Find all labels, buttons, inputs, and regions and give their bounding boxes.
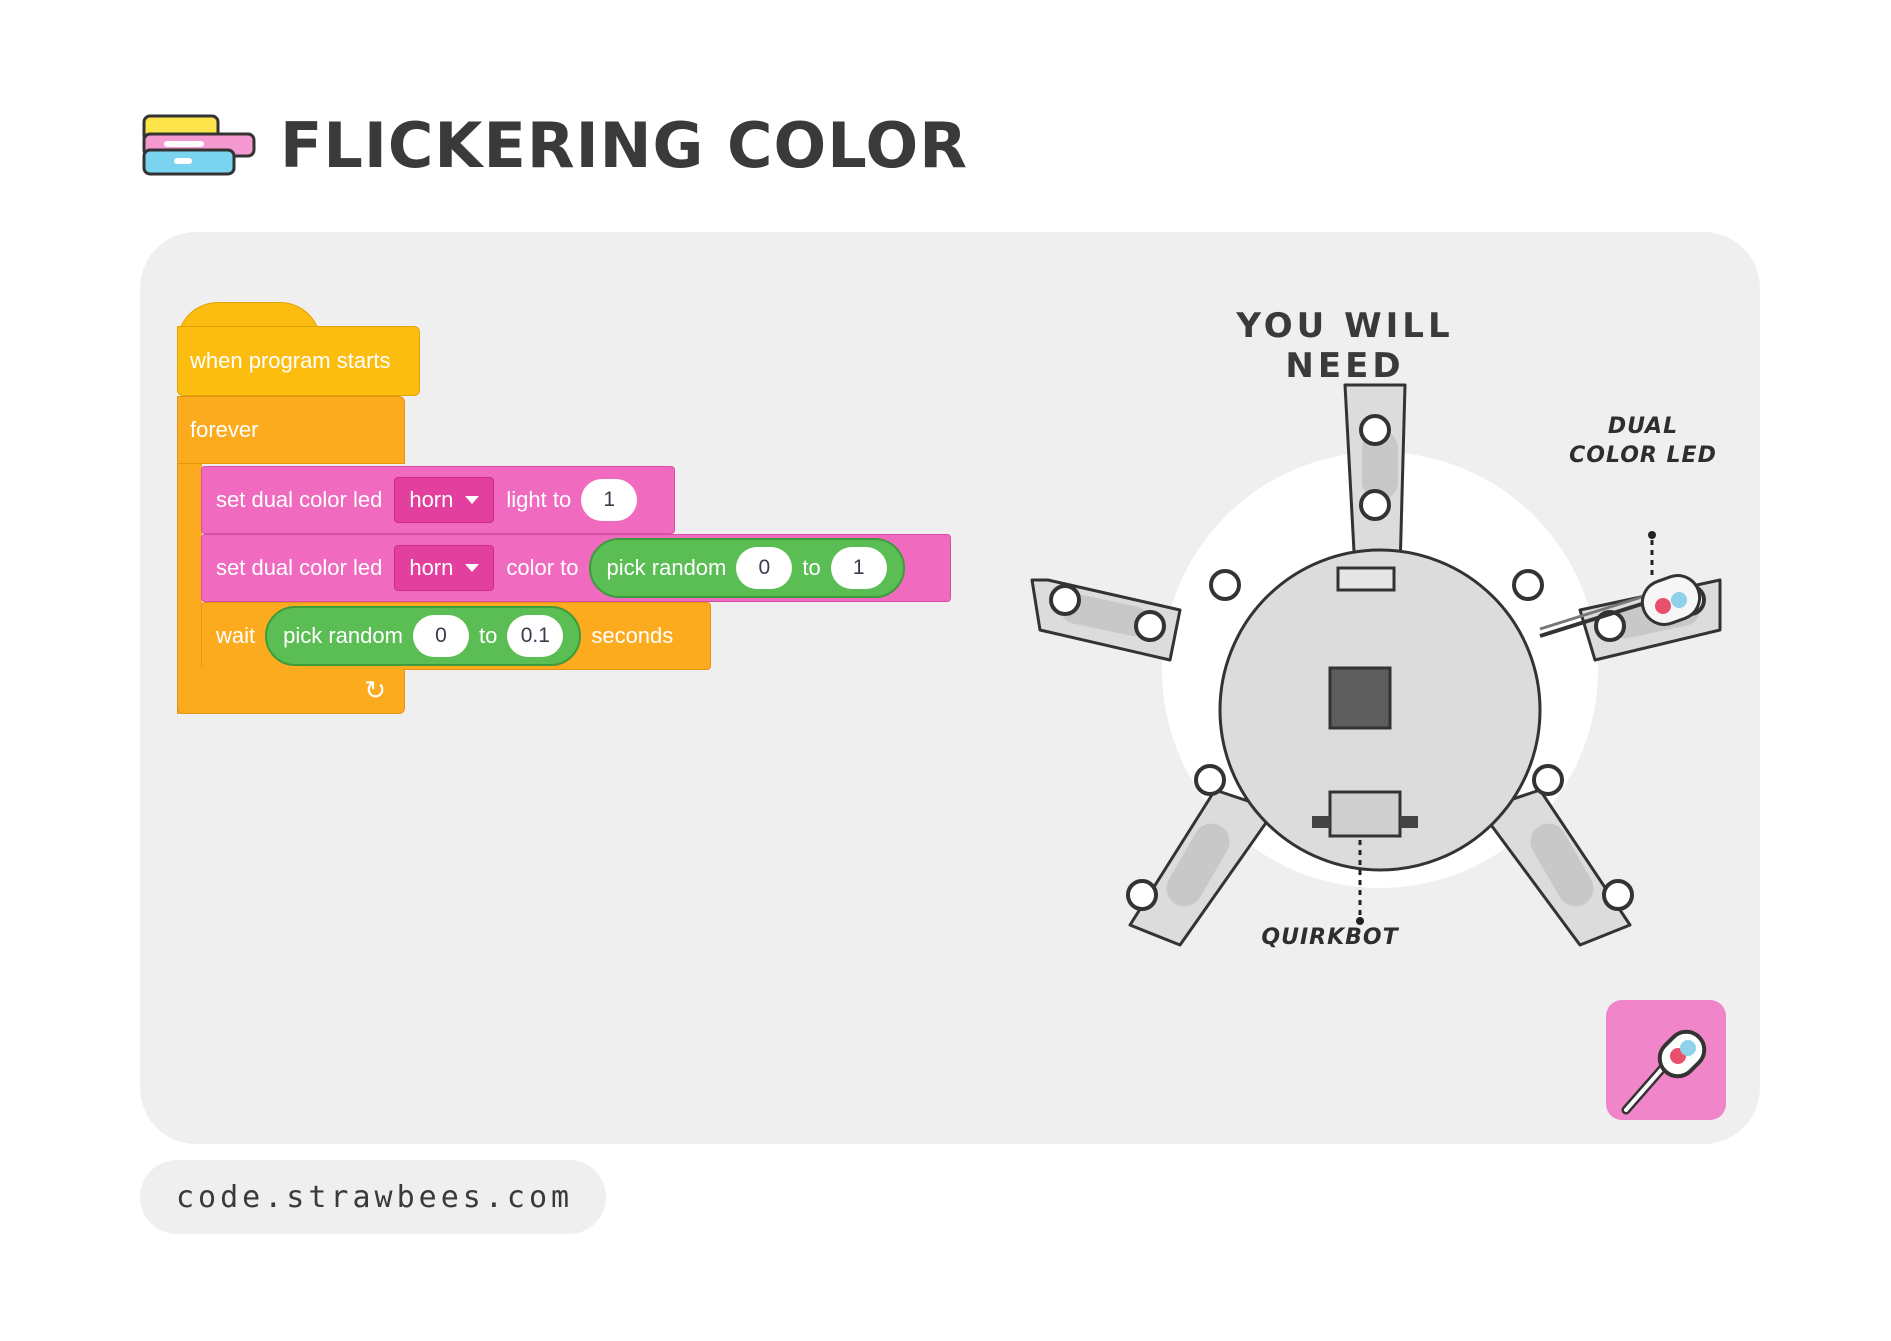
dropdown-value: horn [409,487,454,512]
reporter-label: pick random [283,623,403,648]
chevron-down-icon [465,564,480,572]
block-suffix: color to [506,555,579,580]
quirkbot-label: QUIRKBOT [1261,925,1399,950]
reporter-label: pick random [606,555,727,580]
set-led-color-block[interactable]: set dual color led horn color to pick ra… [201,534,951,602]
random-to-input[interactable]: 0.1 [507,615,564,657]
block-label: set dual color led [216,555,383,580]
led-badge [1606,1000,1726,1120]
led-label-line2: COLOR LED [1569,443,1717,468]
hat-block-label: when program starts [190,348,391,373]
random-from-input[interactable]: 0 [736,547,793,589]
reporter-to-label: to [478,623,498,648]
reporter-to-label: to [802,555,821,580]
page-title: FLICKERING COLOR [280,109,968,182]
chevron-down-icon [465,496,480,504]
block-suffix: seconds [591,623,674,648]
led-port-dropdown[interactable]: horn [394,477,495,523]
loop-arrow-icon: ↻ [364,675,386,705]
light-value-input[interactable]: 1 [581,479,638,521]
led-icon [1621,1029,1707,1115]
forever-block-bottom: ↻ [177,668,405,714]
when-program-starts-block[interactable]: when program starts [177,326,420,396]
block-label: set dual color led [216,487,383,512]
website-link[interactable]: code.strawbees.com [140,1160,606,1234]
dual-color-led-label: DUAL COLOR LED [1568,412,1718,470]
set-led-light-block[interactable]: set dual color led horn light to 1 [201,466,675,534]
led-label-line1: DUAL [1607,414,1679,439]
random-from-input[interactable]: 0 [412,615,469,657]
block-label: wait [216,623,256,648]
wait-block[interactable]: wait pick random 0 to 0.1 seconds [201,602,711,670]
forever-block-label: forever [190,417,259,442]
pick-random-reporter[interactable]: pick random 0 to 0.1 [265,606,582,666]
code-blocks-icon [142,114,256,176]
dropdown-value: horn [409,555,454,580]
random-to-input[interactable]: 1 [830,547,887,589]
led-port-dropdown[interactable]: horn [394,545,495,591]
pick-random-reporter[interactable]: pick random 0 to 1 [588,538,905,598]
forever-block[interactable]: forever [177,396,405,464]
block-suffix: light to [506,487,572,512]
